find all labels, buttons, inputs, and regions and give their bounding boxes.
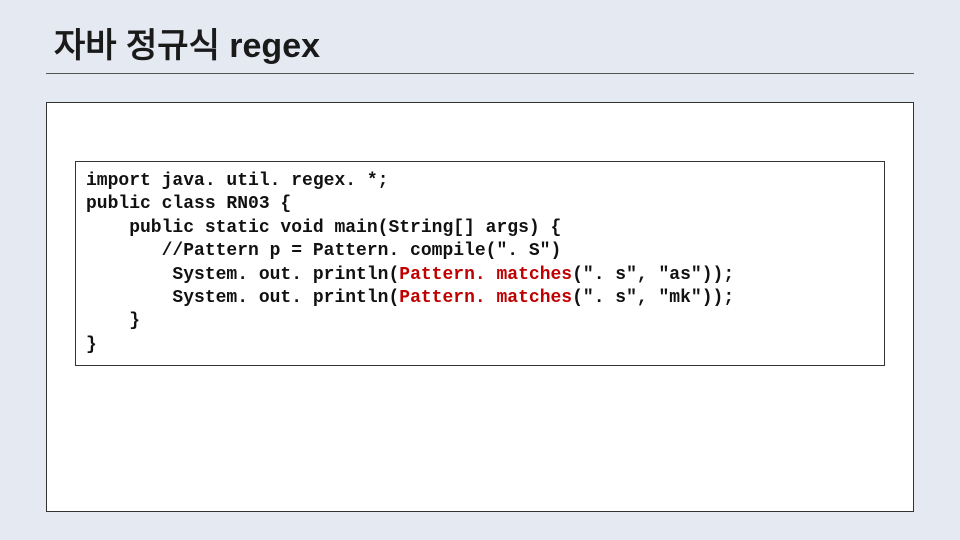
slide-title: 자바 정규식 regex (54, 18, 914, 67)
code-line-part: System. out. println( (86, 265, 399, 285)
code-line: public class RN03 { (86, 194, 291, 214)
content-box: import java. util. regex. *; public clas… (46, 102, 914, 512)
code-block: import java. util. regex. *; public clas… (75, 161, 885, 366)
highlight: Pattern. matches (399, 265, 572, 285)
code-line-part: (". s", "as")); (572, 265, 734, 285)
code-line: } (86, 311, 140, 331)
slide: 자바 정규식 regex import java. util. regex. *… (0, 0, 960, 540)
highlight: Pattern. matches (399, 288, 572, 308)
code-line: } (86, 335, 97, 355)
title-rule (46, 73, 914, 74)
code-line: public static void main(String[] args) { (86, 218, 561, 238)
code-line: import java. util. regex. *; (86, 171, 388, 191)
code-line: //Pattern p = Pattern. compile(". S") (86, 241, 561, 261)
code-line-part: (". s", "mk")); (572, 288, 734, 308)
code-line-part: System. out. println( (86, 288, 399, 308)
